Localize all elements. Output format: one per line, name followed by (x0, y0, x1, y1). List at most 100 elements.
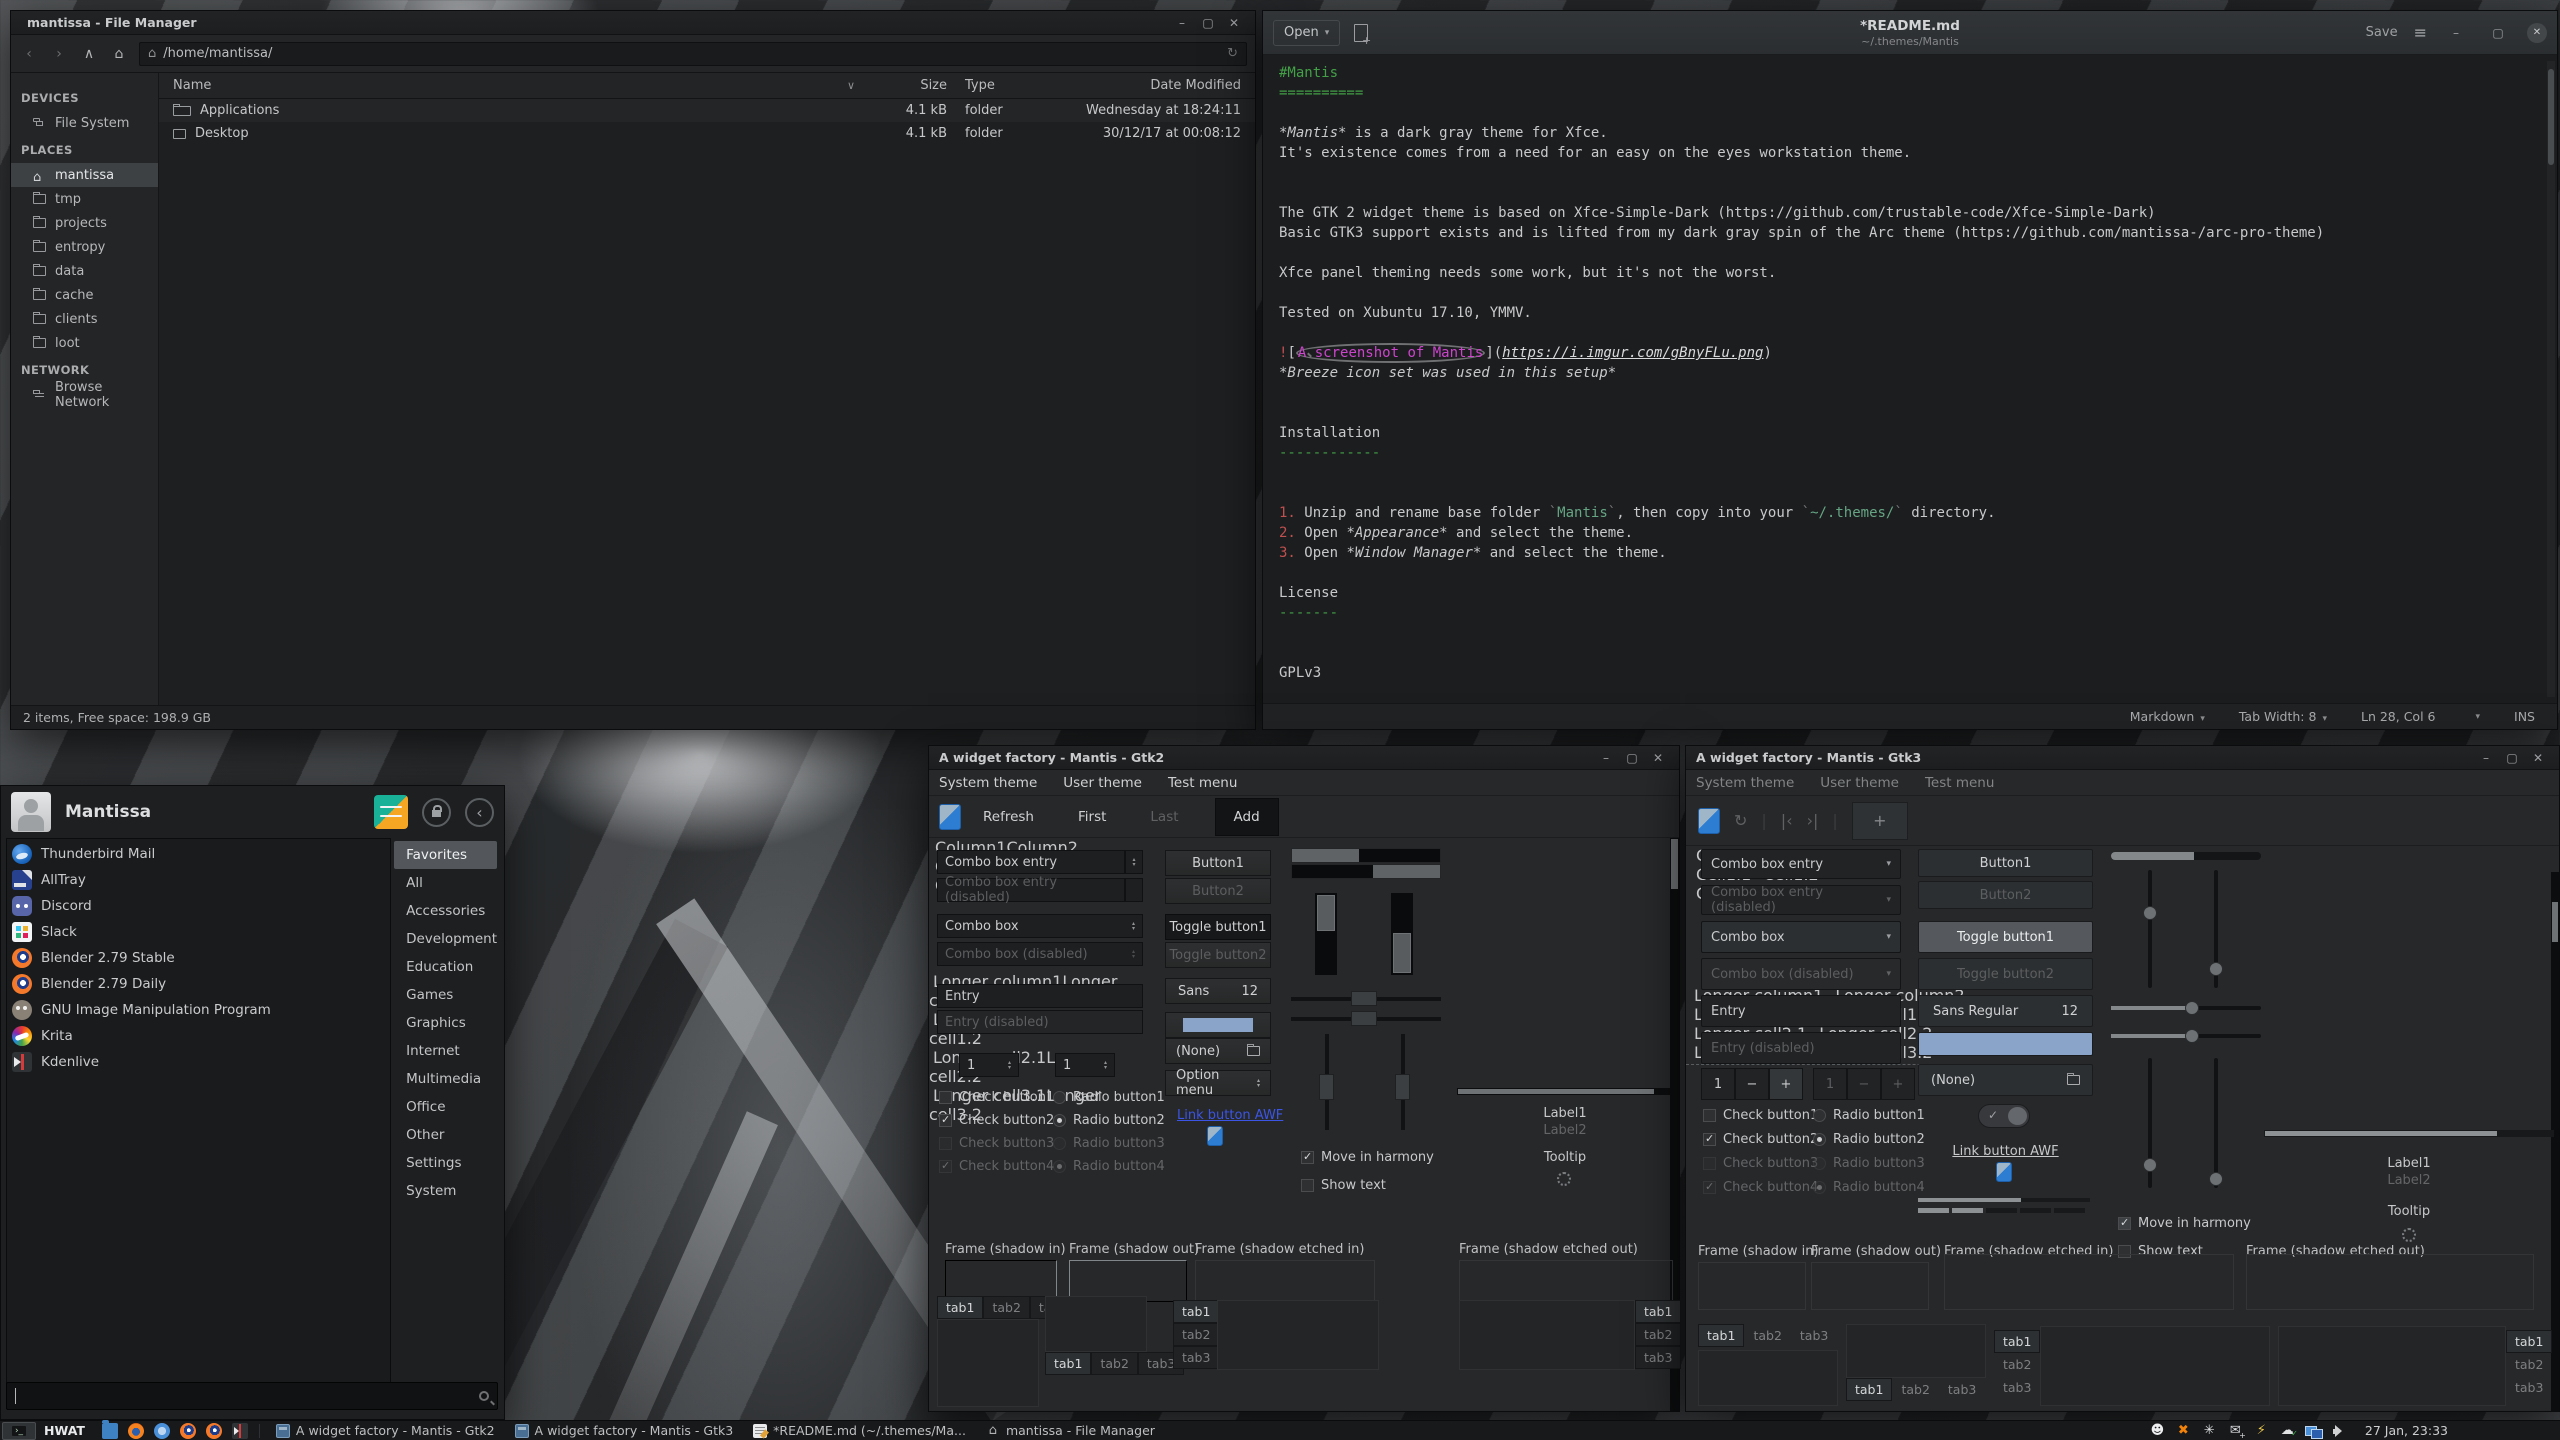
category-item[interactable]: Graphics (394, 1009, 497, 1037)
radio-button-1[interactable]: Radio button1 (1053, 1090, 1165, 1105)
sidebar-item[interactable]: mantissa (11, 163, 158, 187)
lock-screen-button[interactable] (422, 798, 451, 827)
add-button[interactable]: + (1852, 802, 1908, 840)
horizontal-scale[interactable] (2111, 1006, 2261, 1010)
category-item[interactable]: Accessories (394, 897, 497, 925)
sidebar-item[interactable]: File System (11, 111, 158, 135)
combo-box-entry[interactable]: Combo box entry▾ (1701, 849, 1901, 879)
tab[interactable]: tab1 (1045, 1352, 1091, 1375)
menu-test-menu[interactable]: Test menu (1168, 775, 1237, 791)
power-manager-tray-icon[interactable]: ⚡ (2253, 1423, 2270, 1438)
menu-item-discord[interactable]: Discord (7, 893, 390, 919)
category-item[interactable]: Office (394, 1093, 497, 1121)
vertical-scale[interactable] (2148, 870, 2152, 988)
language-selector[interactable]: Markdown▾ (2130, 709, 2205, 724)
taskbar-window-gtk2[interactable]: A widget factory - Mantis - Gtk2 (266, 1421, 505, 1440)
sidebar-item[interactable]: clients (11, 307, 158, 331)
minimize-button[interactable]: – (1593, 751, 1619, 765)
category-item[interactable]: Settings (394, 1149, 497, 1177)
category-item[interactable]: Multimedia (394, 1065, 497, 1093)
radio-button-2[interactable]: Radio button2 (1053, 1113, 1165, 1128)
menu-user-theme[interactable]: User theme (1820, 775, 1899, 791)
tab[interactable]: tab2 (1091, 1352, 1137, 1375)
forward-icon[interactable]: › (49, 46, 69, 62)
menu-item-krita[interactable]: Krita (7, 1023, 390, 1049)
category-item[interactable]: Games (394, 981, 497, 1009)
close-button[interactable]: ✕ (1221, 16, 1247, 30)
sidebar-item[interactable]: Browse Network (11, 383, 158, 407)
maximize-button[interactable]: ▢ (1195, 16, 1221, 30)
first-button[interactable]: First (1056, 809, 1128, 825)
log-out-button[interactable]: ‹ (465, 798, 494, 827)
vertical-scale[interactable] (1325, 1034, 1329, 1130)
menu-item-blender-stable[interactable]: Blender 2.79 Stable (7, 945, 390, 971)
tree-horizontal-scrollbar[interactable] (1457, 1088, 1673, 1095)
sidebar-item[interactable]: tmp (11, 187, 158, 211)
gear-tray-icon[interactable]: ✳ (2201, 1423, 2218, 1438)
menu-item-alltray[interactable]: AllTray (7, 867, 390, 893)
menu-item-kdenlive[interactable]: Kdenlive (7, 1049, 390, 1075)
category-item[interactable]: Other (394, 1121, 497, 1149)
font-button[interactable]: Sans12 (1165, 978, 1271, 1004)
check-button-1[interactable]: Check button1 (939, 1090, 1054, 1105)
tab[interactable]: tab3 (1791, 1324, 1837, 1347)
entry[interactable]: Entry (937, 984, 1143, 1008)
minimize-button[interactable]: – (2473, 751, 2499, 765)
editor-scrollbar[interactable] (2547, 61, 2555, 697)
terminal-launcher[interactable]: ›_ (2, 1422, 36, 1440)
tab[interactable]: tab1 (2506, 1330, 2552, 1353)
vertical-scale[interactable] (2214, 870, 2218, 988)
combo-stepper[interactable]: ▴▾ (1125, 850, 1143, 874)
sidebar-item[interactable]: cache (11, 283, 158, 307)
taskbar-window-readme[interactable]: *README.md (~/.themes/Ma... (743, 1421, 976, 1440)
menu-system-theme[interactable]: System theme (1696, 775, 1794, 791)
gtk2-titlebar[interactable]: A widget factory - Mantis - Gtk2 – ▢ ✕ (929, 746, 1679, 770)
file-chooser-button[interactable]: (None) (1165, 1038, 1271, 1064)
category-item[interactable]: Education (394, 953, 497, 981)
taskbar-window-gtk3[interactable]: A widget factory - Mantis - Gtk3 (505, 1421, 744, 1440)
last-button[interactable]: Last (1128, 809, 1200, 825)
tab[interactable]: tab1 (1698, 1324, 1744, 1347)
tab[interactable]: tab2 (1173, 1323, 1219, 1346)
first-icon[interactable]: |‹ (1781, 811, 1793, 830)
combo-box[interactable]: Combo box▾ (1701, 921, 1901, 953)
toggle-button1[interactable]: Toggle button1 (1918, 921, 2093, 953)
tab[interactable]: tab3 (1994, 1376, 2040, 1399)
sidebar-item[interactable]: projects (11, 211, 158, 235)
chromium-launcher-icon[interactable] (154, 1423, 170, 1439)
blender-launcher-icon[interactable] (206, 1423, 222, 1439)
menu-item-slack[interactable]: Slack (7, 919, 390, 945)
radio-button-1[interactable]: Radio button1 (1813, 1108, 1925, 1123)
file-row-desktop[interactable]: Desktop 4.1 kB folder 30/12/17 at 00:08:… (159, 122, 1255, 145)
gtk3-titlebar[interactable]: A widget factory - Mantis - Gtk3 – ▢ ✕ (1686, 746, 2559, 770)
maximize-button[interactable]: ▢ (2485, 26, 2511, 40)
column-date-modified[interactable]: Date Modified (1065, 78, 1255, 93)
search-input[interactable] (15, 1388, 479, 1404)
tab[interactable]: tab2 (1892, 1378, 1938, 1401)
home-icon[interactable]: ⌂ (109, 46, 129, 62)
close-button[interactable]: ✕ (2525, 751, 2551, 765)
search-bar[interactable] (6, 1382, 498, 1410)
category-item[interactable]: Internet (394, 1037, 497, 1065)
mail-tray-icon[interactable]: ✉ (2227, 1423, 2244, 1438)
new-document-icon[interactable] (1354, 24, 1368, 42)
discord-tray-icon[interactable]: ☻ (2149, 1423, 2166, 1438)
check-button-1[interactable]: Check button1 (1703, 1108, 1818, 1123)
settings-icon[interactable] (374, 795, 408, 829)
move-in-harmony-check[interactable]: Move in harmony (1301, 1150, 1434, 1165)
user-avatar[interactable] (11, 792, 51, 832)
check-button-2[interactable]: Check button2 (1703, 1132, 1818, 1147)
tab-width-selector[interactable]: Tab Width: 8▾ (2239, 709, 2327, 724)
file-row-applications[interactable]: Applications 4.1 kB folder Wednesday at … (159, 99, 1255, 122)
column-size[interactable]: Size (865, 78, 955, 93)
open-button[interactable]: Open ▾ (1273, 20, 1340, 46)
insert-mode[interactable]: INS (2514, 709, 2535, 724)
entry[interactable]: Entry (1701, 995, 1901, 1027)
sidebar-item[interactable]: loot (11, 331, 158, 355)
vertical-scale[interactable] (1401, 1034, 1405, 1130)
tab[interactable]: tab3 (1939, 1378, 1985, 1401)
category-item[interactable]: Development (394, 925, 497, 953)
button1[interactable]: Button1 (1165, 850, 1271, 876)
show-text-check[interactable]: Show text (1301, 1178, 1386, 1193)
maximize-button[interactable]: ▢ (1619, 751, 1645, 765)
